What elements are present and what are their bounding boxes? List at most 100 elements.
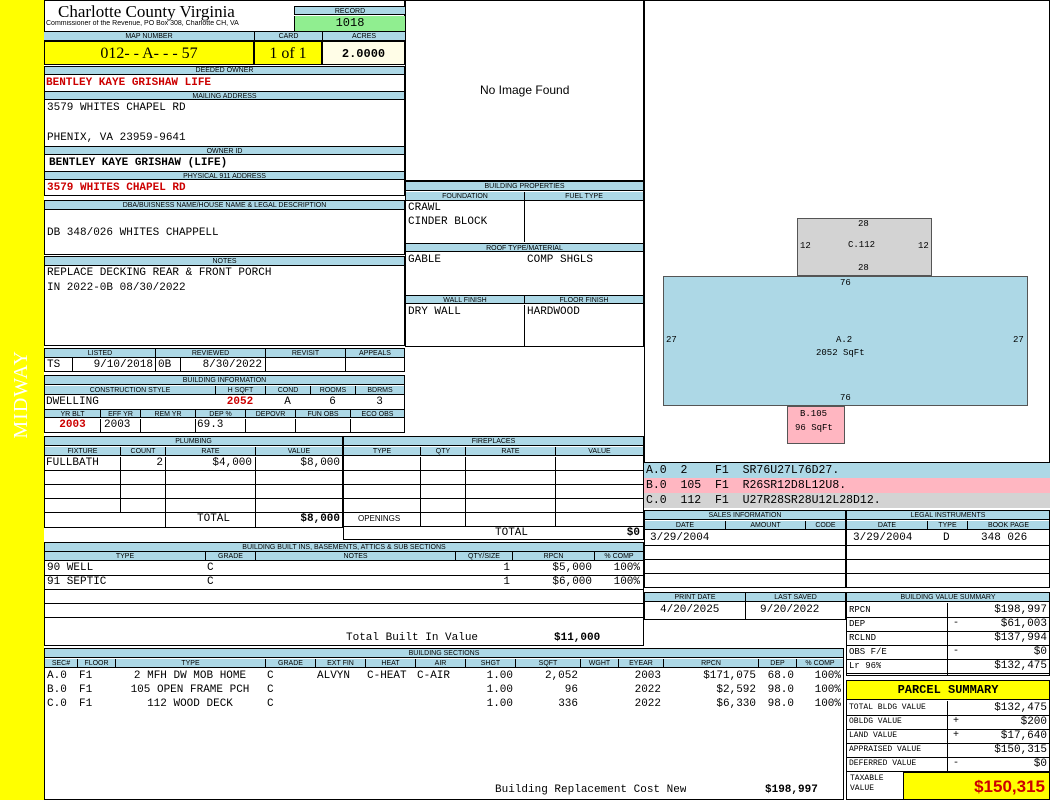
saved-label: LAST SAVED <box>745 593 845 602</box>
sections-header-8: SQFT <box>515 659 580 668</box>
fire-h-qty: QTY <box>420 447 465 456</box>
listed-by: TS <box>47 359 61 371</box>
bdrms-label: BDRMS <box>355 386 404 395</box>
plumb-fixture: FULLBATH <box>46 457 99 469</box>
no-image-text: No Image Found <box>480 83 570 97</box>
bvs-row-label: RPCN <box>849 605 871 615</box>
section-cell: 98.0 <box>767 684 794 696</box>
section-cell: 112 WOOD DECK <box>147 698 233 710</box>
section-cell: C-AIR <box>417 670 451 682</box>
sales-h-code: CODE <box>805 521 845 530</box>
section-cell: F1 <box>79 698 93 710</box>
print-date: 4/20/2025 <box>660 604 720 616</box>
section-cell: 100% <box>814 698 841 710</box>
sections-label: BUILDING SECTIONS <box>45 649 843 658</box>
cond-value: A <box>284 396 291 408</box>
bi-row-2-qty: 1 <box>503 576 510 588</box>
section-cell: 2022 <box>634 684 661 696</box>
funobs-label: FUN OBS <box>295 409 350 418</box>
parcel-row-value: $200 <box>1020 716 1047 728</box>
roof-2: COMP SHGLS <box>527 254 594 266</box>
foundation-label: FOUNDATION <box>406 192 524 201</box>
section-cell: 1.00 <box>486 698 513 710</box>
ecoobs-label: ECO OBS <box>350 409 404 418</box>
c-right-dim: 12 <box>918 241 929 251</box>
bi-total: $11,000 <box>554 632 601 644</box>
sections-header-7: SHGT <box>465 659 515 668</box>
a-left-dim: 27 <box>666 335 677 345</box>
a-bottom-dim: 76 <box>840 393 851 403</box>
listed-date: 9/10/2018 <box>93 359 153 371</box>
rcn-value: $198,997 <box>765 784 818 796</box>
section-cell: A.0 <box>47 670 67 682</box>
record-number: 1018 <box>294 16 405 31</box>
fire-h-value: VALUE <box>555 447 643 456</box>
sections-header-6: AIR <box>415 659 465 668</box>
plumb-rate: $4,000 <box>212 457 252 469</box>
sections-header-12: DEP <box>758 659 796 668</box>
bi-row-2-type: 91 SEPTIC <box>47 576 107 588</box>
effyr-label: EFF YR <box>100 409 140 418</box>
section-cell: F1 <box>79 684 93 696</box>
parcel-label: PARCEL SUMMARY <box>847 681 1049 700</box>
section-cell: 2 MFH DW MOB HOME <box>133 670 247 682</box>
bi-h-notes: NOTES <box>255 552 455 561</box>
legend-row-b: B.0 105 F1 R26SR12D8L12U8. <box>644 478 1050 493</box>
bvs-row-value: $137,994 <box>994 632 1047 644</box>
saved-date: 9/20/2022 <box>760 604 820 616</box>
bi-row-1-comp: 100% <box>613 562 640 574</box>
depovr-label: DEPOVR <box>245 409 295 418</box>
plumb-total: $8,000 <box>300 513 340 525</box>
plumbing-label: PLUMBING <box>45 437 342 446</box>
bvs-row-label: DEP <box>849 619 866 629</box>
a-area: 2052 SqFt <box>816 348 865 358</box>
c-label: C.112 <box>848 240 876 250</box>
fire-total: $0 <box>626 527 640 539</box>
bvs-row-value: $0 <box>1033 646 1047 658</box>
sales-h-date: DATE <box>645 521 725 530</box>
section-cell: 2003 <box>634 670 661 682</box>
section-cell: $171,075 <box>703 670 756 682</box>
rooms-value: 6 <box>329 396 336 408</box>
bvs-label: BUILDING VALUE SUMMARY <box>847 593 1049 602</box>
sections-header-5: HEAT <box>365 659 415 668</box>
sections-header-10: EYEAR <box>618 659 663 668</box>
sales-label: SALES INFORMATION <box>645 511 845 520</box>
section-cell: 68.0 <box>767 670 794 682</box>
effyr-value: 2003 <box>104 419 131 431</box>
remyr-label: REM YR <box>140 409 195 418</box>
section-cell: 2022 <box>634 698 661 710</box>
notes-line-1: REPLACE DECKING REAR & FRONT PORCH <box>47 267 272 279</box>
bvs-col-line <box>947 603 948 675</box>
plumb-h-value: VALUE <box>255 447 342 456</box>
cond-label: COND <box>265 386 310 395</box>
bi-row-2-rpcn: $6,000 <box>552 576 592 588</box>
bvs-row-label: Lr 96% <box>849 661 882 671</box>
commissioner-text: Commissioner of the Revenue, PO Box 308,… <box>46 20 239 27</box>
li-h-date: DATE <box>847 521 927 530</box>
bi-total-label: Total Built In Value <box>346 632 479 644</box>
sections-header-0: SEC# <box>45 659 77 668</box>
appeals-label: APPEALS <box>345 349 404 358</box>
construction-style: DWELLING <box>46 396 99 408</box>
bi-row-1-qty: 1 <box>503 562 510 574</box>
bvs-row-value: $198,997 <box>994 604 1047 616</box>
section-cell: C-HEAT <box>367 670 407 682</box>
plumb-h-fixture: FIXTURE <box>45 447 120 456</box>
foundation-1: CRAWL <box>408 202 442 214</box>
floor-finish: HARDWOOD <box>527 306 580 318</box>
style-label: CONSTRUCTION STYLE <box>45 386 215 395</box>
li-h-book: BOOK PAGE <box>967 521 1049 530</box>
sections-header-3: GRADE <box>265 659 315 668</box>
taxable-label: TAXABLE VALUE <box>850 774 884 793</box>
hsqft-value: 2052 <box>226 396 254 408</box>
parcel-row-value: $0 <box>1033 758 1047 770</box>
legend-row-c: C.0 112 F1 U27R28SR28U12L28D12. <box>644 493 1050 508</box>
section-cell: 1.00 <box>486 670 513 682</box>
section-cell: 2,052 <box>544 670 578 682</box>
parcel-row-value: $17,640 <box>1000 730 1047 742</box>
bi-h-type: TYPE <box>45 552 205 561</box>
building-props-label: BUILDING PROPERTIES <box>406 182 643 191</box>
bi-row-1-rpcn: $5,000 <box>552 562 592 574</box>
rcn-label: Building Replacement Cost New <box>495 784 687 796</box>
